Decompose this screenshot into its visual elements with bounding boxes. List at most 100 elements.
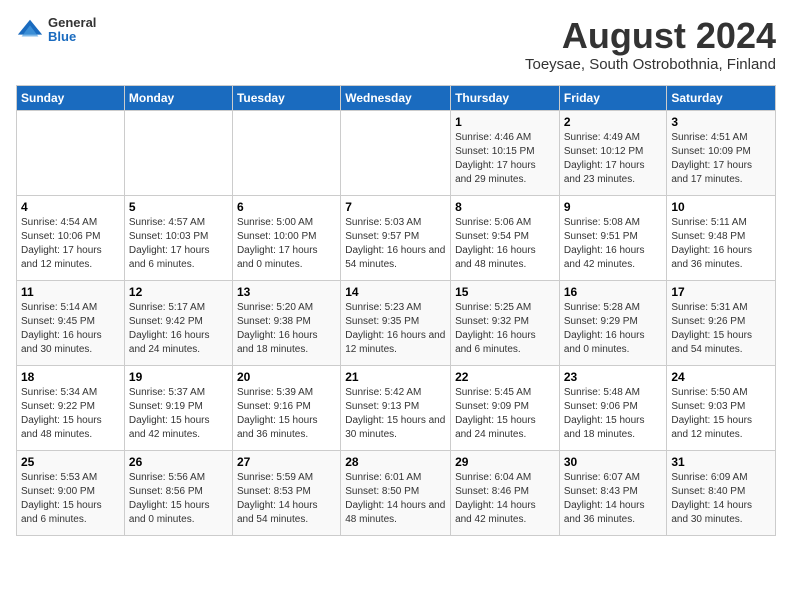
header-cell-saturday: Saturday	[667, 85, 776, 110]
calendar-cell: 19 Sunrise: 5:37 AMSunset: 9:19 PMDayligh…	[124, 365, 232, 450]
calendar-cell: 17Sunrise: 5:31 AMSunset: 9:26 PMDayligh…	[667, 280, 776, 365]
day-number: 18	[21, 370, 120, 384]
day-content: Sunrise: 5:56 AMSunset: 8:56 PMDaylight:…	[129, 471, 228, 527]
calendar-week-4: 18 Sunrise: 5:34 AMSunset: 9:22 PMDayligh…	[17, 365, 776, 450]
calendar-week-3: 11 Sunrise: 5:14 AMSunset: 9:45 PMDayligh…	[17, 280, 776, 365]
calendar-cell: 16 Sunrise: 5:28 AMSunset: 9:29 PMDayligh…	[559, 280, 667, 365]
header-cell-sunday: Sunday	[17, 85, 125, 110]
day-number: 14	[345, 285, 446, 299]
calendar-cell: 29 Sunrise: 6:04 AMSunset: 8:46 PMDayligh…	[451, 450, 560, 535]
calendar-cell: 31 Sunrise: 6:09 AMSunset: 8:40 PMDayligh…	[667, 450, 776, 535]
day-content: Sunrise: 6:04 AMSunset: 8:46 PMDaylight:…	[455, 471, 555, 527]
day-number: 19	[129, 370, 228, 384]
day-content: Sunrise: 5:23 AMSunset: 9:35 PMDaylight:…	[345, 301, 446, 357]
calendar-cell: 11 Sunrise: 5:14 AMSunset: 9:45 PMDayligh…	[17, 280, 125, 365]
calendar-cell: 10 Sunrise: 5:11 AMSunset: 9:48 PMDayligh…	[667, 195, 776, 280]
day-content: Sunrise: 5:06 AMSunset: 9:54 PMDaylight:…	[455, 216, 555, 272]
calendar-week-2: 4 Sunrise: 4:54 AMSunset: 10:06 PMDayligh…	[17, 195, 776, 280]
day-number: 24	[671, 370, 771, 384]
day-content: Sunrise: 6:09 AMSunset: 8:40 PMDaylight:…	[671, 471, 771, 527]
day-content: Sunrise: 5:14 AMSunset: 9:45 PMDaylight:…	[21, 301, 120, 357]
day-number: 12	[129, 285, 228, 299]
day-content: Sunrise: 5:03 AMSunset: 9:57 PMDaylight:…	[345, 216, 446, 272]
day-number: 30	[564, 455, 663, 469]
calendar-cell: 21 Sunrise: 5:42 AMSunset: 9:13 PMDayligh…	[341, 365, 451, 450]
header-cell-monday: Monday	[124, 85, 232, 110]
header-row: SundayMondayTuesdayWednesdayThursdayFrid…	[17, 85, 776, 110]
calendar-week-1: 1Sunrise: 4:46 AMSunset: 10:15 PMDayligh…	[17, 110, 776, 195]
day-number: 29	[455, 455, 555, 469]
day-number: 27	[237, 455, 336, 469]
location: Toeysae, South Ostrobothnia, Finland	[525, 56, 776, 73]
calendar-cell: 30 Sunrise: 6:07 AMSunset: 8:43 PMDayligh…	[559, 450, 667, 535]
day-number: 22	[455, 370, 555, 384]
day-content: Sunrise: 4:54 AMSunset: 10:06 PMDaylight…	[21, 216, 120, 272]
day-number: 25	[21, 455, 120, 469]
day-number: 7	[345, 200, 446, 214]
day-content: Sunrise: 5:31 AMSunset: 9:26 PMDaylight:…	[671, 301, 771, 357]
calendar-cell	[232, 110, 340, 195]
day-number: 21	[345, 370, 446, 384]
day-content: Sunrise: 5:48 AMSunset: 9:06 PMDaylight:…	[564, 386, 663, 442]
title-area: August 2024 Toeysae, South Ostrobothnia,…	[525, 16, 776, 73]
calendar-cell: 24Sunrise: 5:50 AMSunset: 9:03 PMDayligh…	[667, 365, 776, 450]
calendar-cell: 6Sunrise: 5:00 AMSunset: 10:00 PMDayligh…	[232, 195, 340, 280]
calendar-cell: 22Sunrise: 5:45 AMSunset: 9:09 PMDayligh…	[451, 365, 560, 450]
page-header: General Blue August 2024 Toeysae, South …	[16, 16, 776, 73]
day-content: Sunrise: 6:07 AMSunset: 8:43 PMDaylight:…	[564, 471, 663, 527]
logo: General Blue	[16, 16, 96, 45]
day-content: Sunrise: 4:46 AMSunset: 10:15 PMDaylight…	[455, 131, 555, 187]
calendar-cell	[124, 110, 232, 195]
day-number: 31	[671, 455, 771, 469]
month-year: August 2024	[525, 16, 776, 56]
day-number: 10	[671, 200, 771, 214]
day-number: 28	[345, 455, 446, 469]
day-content: Sunrise: 6:01 AMSunset: 8:50 PMDaylight:…	[345, 471, 446, 527]
header-cell-tuesday: Tuesday	[232, 85, 340, 110]
day-content: Sunrise: 5:11 AMSunset: 9:48 PMDaylight:…	[671, 216, 771, 272]
calendar-cell: 20Sunrise: 5:39 AMSunset: 9:16 PMDayligh…	[232, 365, 340, 450]
day-number: 4	[21, 200, 120, 214]
calendar-table: SundayMondayTuesdayWednesdayThursdayFrid…	[16, 85, 776, 536]
calendar-cell: 12Sunrise: 5:17 AMSunset: 9:42 PMDayligh…	[124, 280, 232, 365]
calendar-cell: 2 Sunrise: 4:49 AMSunset: 10:12 PMDayligh…	[559, 110, 667, 195]
day-content: Sunrise: 5:53 AMSunset: 9:00 PMDaylight:…	[21, 471, 120, 527]
day-content: Sunrise: 5:59 AMSunset: 8:53 PMDaylight:…	[237, 471, 336, 527]
header-cell-friday: Friday	[559, 85, 667, 110]
calendar-cell: 13 Sunrise: 5:20 AMSunset: 9:38 PMDayligh…	[232, 280, 340, 365]
calendar-cell: 1Sunrise: 4:46 AMSunset: 10:15 PMDayligh…	[451, 110, 560, 195]
day-content: Sunrise: 5:20 AMSunset: 9:38 PMDaylight:…	[237, 301, 336, 357]
header-cell-wednesday: Wednesday	[341, 85, 451, 110]
day-number: 9	[564, 200, 663, 214]
day-content: Sunrise: 5:28 AMSunset: 9:29 PMDaylight:…	[564, 301, 663, 357]
calendar-cell: 3Sunrise: 4:51 AMSunset: 10:09 PMDayligh…	[667, 110, 776, 195]
calendar-cell: 14 Sunrise: 5:23 AMSunset: 9:35 PMDayligh…	[341, 280, 451, 365]
calendar-cell: 25 Sunrise: 5:53 AMSunset: 9:00 PMDayligh…	[17, 450, 125, 535]
day-content: Sunrise: 5:34 AMSunset: 9:22 PMDaylight:…	[21, 386, 120, 442]
day-number: 2	[564, 115, 663, 129]
calendar-cell: 18 Sunrise: 5:34 AMSunset: 9:22 PMDayligh…	[17, 365, 125, 450]
calendar-cell: 7 Sunrise: 5:03 AMSunset: 9:57 PMDaylight…	[341, 195, 451, 280]
calendar-cell	[341, 110, 451, 195]
day-content: Sunrise: 5:42 AMSunset: 9:13 PMDaylight:…	[345, 386, 446, 442]
calendar-cell	[17, 110, 125, 195]
day-content: Sunrise: 5:08 AMSunset: 9:51 PMDaylight:…	[564, 216, 663, 272]
day-content: Sunrise: 4:57 AMSunset: 10:03 PMDaylight…	[129, 216, 228, 272]
calendar-cell: 23Sunrise: 5:48 AMSunset: 9:06 PMDayligh…	[559, 365, 667, 450]
day-content: Sunrise: 4:51 AMSunset: 10:09 PMDaylight…	[671, 131, 771, 187]
calendar-week-5: 25 Sunrise: 5:53 AMSunset: 9:00 PMDayligh…	[17, 450, 776, 535]
day-number: 15	[455, 285, 555, 299]
calendar-cell: 8 Sunrise: 5:06 AMSunset: 9:54 PMDaylight…	[451, 195, 560, 280]
calendar-cell: 9 Sunrise: 5:08 AMSunset: 9:51 PMDaylight…	[559, 195, 667, 280]
calendar-body: 1Sunrise: 4:46 AMSunset: 10:15 PMDayligh…	[17, 110, 776, 535]
day-number: 11	[21, 285, 120, 299]
calendar-cell: 5Sunrise: 4:57 AMSunset: 10:03 PMDayligh…	[124, 195, 232, 280]
day-content: Sunrise: 5:37 AMSunset: 9:19 PMDaylight:…	[129, 386, 228, 442]
day-number: 26	[129, 455, 228, 469]
day-number: 16	[564, 285, 663, 299]
day-content: Sunrise: 5:39 AMSunset: 9:16 PMDaylight:…	[237, 386, 336, 442]
calendar-cell: 4 Sunrise: 4:54 AMSunset: 10:06 PMDayligh…	[17, 195, 125, 280]
day-content: Sunrise: 4:49 AMSunset: 10:12 PMDaylight…	[564, 131, 663, 187]
day-number: 8	[455, 200, 555, 214]
day-number: 13	[237, 285, 336, 299]
